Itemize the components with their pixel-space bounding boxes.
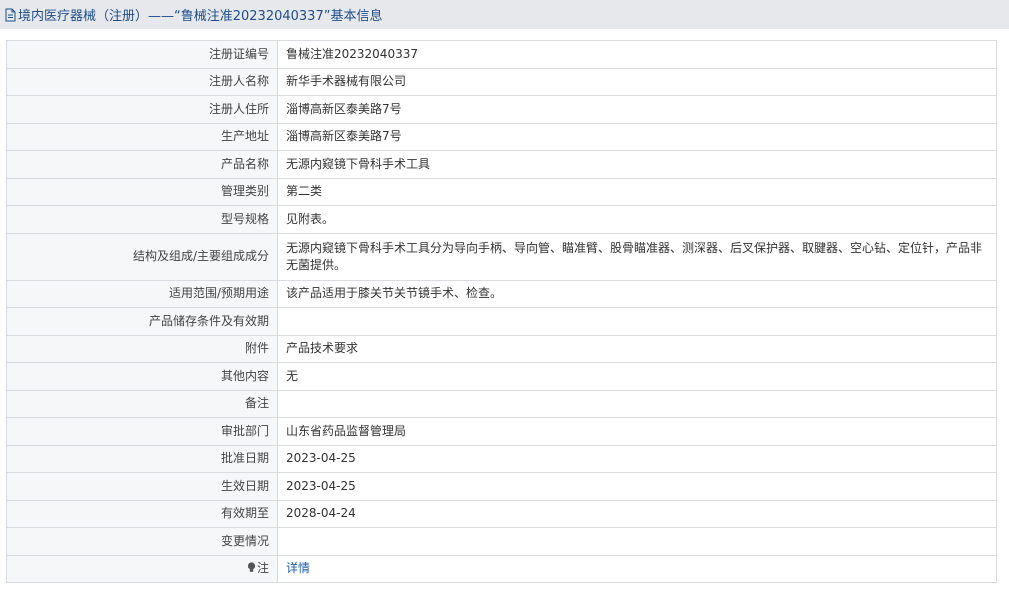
row-value: 2028-04-24	[277, 499, 997, 528]
row-value: 该产品适用于膝关节关节镜手术、检查。	[277, 279, 997, 308]
row-value: 无源内窥镜下骨科手术工具	[277, 150, 997, 179]
row-value: 淄博高新区泰美路7号	[277, 95, 997, 124]
row-label: 生产地址	[6, 122, 278, 151]
row-label: 注册证编号	[6, 40, 278, 69]
table-row: 审批部门 山东省药品监督管理局	[6, 417, 997, 446]
info-table: 注册证编号 鲁械注准20232040337 注册人名称 新华手术器械有限公司 注…	[6, 40, 997, 583]
table-row: 产品名称 无源内窥镜下骨科手术工具	[6, 150, 997, 179]
table-row: 附件 产品技术要求	[6, 334, 997, 363]
row-value: 2023-04-25	[277, 444, 997, 473]
table-row: 变更情况	[6, 527, 997, 556]
table-row: 备注	[6, 389, 997, 418]
table-row: 型号规格 见附表。	[6, 205, 997, 234]
row-value: 2023-04-25	[277, 472, 997, 501]
row-value: 无	[277, 362, 997, 391]
row-value: 见附表。	[277, 205, 997, 234]
row-label: 注册人名称	[6, 67, 278, 96]
page-title: 境内医疗器械（注册）——“鲁械注准20232040337”基本信息	[18, 9, 383, 24]
table-row: 结构及组成/主要组成成分 无源内窥镜下骨科手术工具分为导向手柄、导向管、瞄准臂、…	[6, 232, 997, 281]
row-label: 产品储存条件及有效期	[6, 307, 278, 336]
row-label: 管理类别	[6, 177, 278, 206]
row-value	[277, 307, 997, 336]
table-row: 其他内容 无	[6, 362, 997, 391]
info-table-container: 注册证编号 鲁械注准20232040337 注册人名称 新华手术器械有限公司 注…	[6, 40, 997, 583]
table-row: 注册人名称 新华手术器械有限公司	[6, 67, 997, 96]
note-label: 注	[256, 561, 269, 576]
note-label-cell: 注	[6, 554, 278, 583]
table-row: 适用范围/预期用途 该产品适用于膝关节关节镜手术、检查。	[6, 279, 997, 308]
row-label: 适用范围/预期用途	[6, 279, 278, 308]
row-value: 淄博高新区泰美路7号	[277, 122, 997, 151]
row-label: 有效期至	[6, 499, 278, 528]
row-label: 审批部门	[6, 417, 278, 446]
table-row: 批准日期 2023-04-25	[6, 444, 997, 473]
row-value: 新华手术器械有限公司	[277, 67, 997, 96]
note-value-cell: 详情	[277, 554, 997, 583]
table-row: 注册证编号 鲁械注准20232040337	[6, 40, 997, 69]
table-row: 生产地址 淄博高新区泰美路7号	[6, 122, 997, 151]
lightbulb-icon	[247, 562, 256, 573]
row-label: 注册人住所	[6, 95, 278, 124]
row-label: 批准日期	[6, 444, 278, 473]
row-label: 备注	[6, 389, 278, 418]
row-value: 鲁械注准20232040337	[277, 40, 997, 69]
note-row: 注 详情	[6, 554, 997, 583]
row-label: 生效日期	[6, 472, 278, 501]
row-label: 其他内容	[6, 362, 278, 391]
details-link[interactable]: 详情	[286, 561, 310, 575]
row-value: 山东省药品监督管理局	[277, 417, 997, 446]
table-row: 产品储存条件及有效期	[6, 307, 997, 336]
row-label: 型号规格	[6, 205, 278, 234]
table-row: 注册人住所 淄博高新区泰美路7号	[6, 95, 997, 124]
row-label: 结构及组成/主要组成成分	[6, 232, 278, 281]
page-title-bar: 境内医疗器械（注册）——“鲁械注准20232040337”基本信息	[0, 0, 1009, 29]
row-label: 产品名称	[6, 150, 278, 179]
row-value: 产品技术要求	[277, 334, 997, 363]
row-label: 附件	[6, 334, 278, 363]
table-row: 管理类别 第二类	[6, 177, 997, 206]
row-value	[277, 389, 997, 418]
document-icon	[4, 8, 17, 22]
table-row: 有效期至 2028-04-24	[6, 499, 997, 528]
row-value	[277, 527, 997, 556]
row-value: 无源内窥镜下骨科手术工具分为导向手柄、导向管、瞄准臂、股骨瞄准器、测深器、后叉保…	[277, 232, 997, 281]
row-value: 第二类	[277, 177, 997, 206]
row-label: 变更情况	[6, 527, 278, 556]
table-row: 生效日期 2023-04-25	[6, 472, 997, 501]
